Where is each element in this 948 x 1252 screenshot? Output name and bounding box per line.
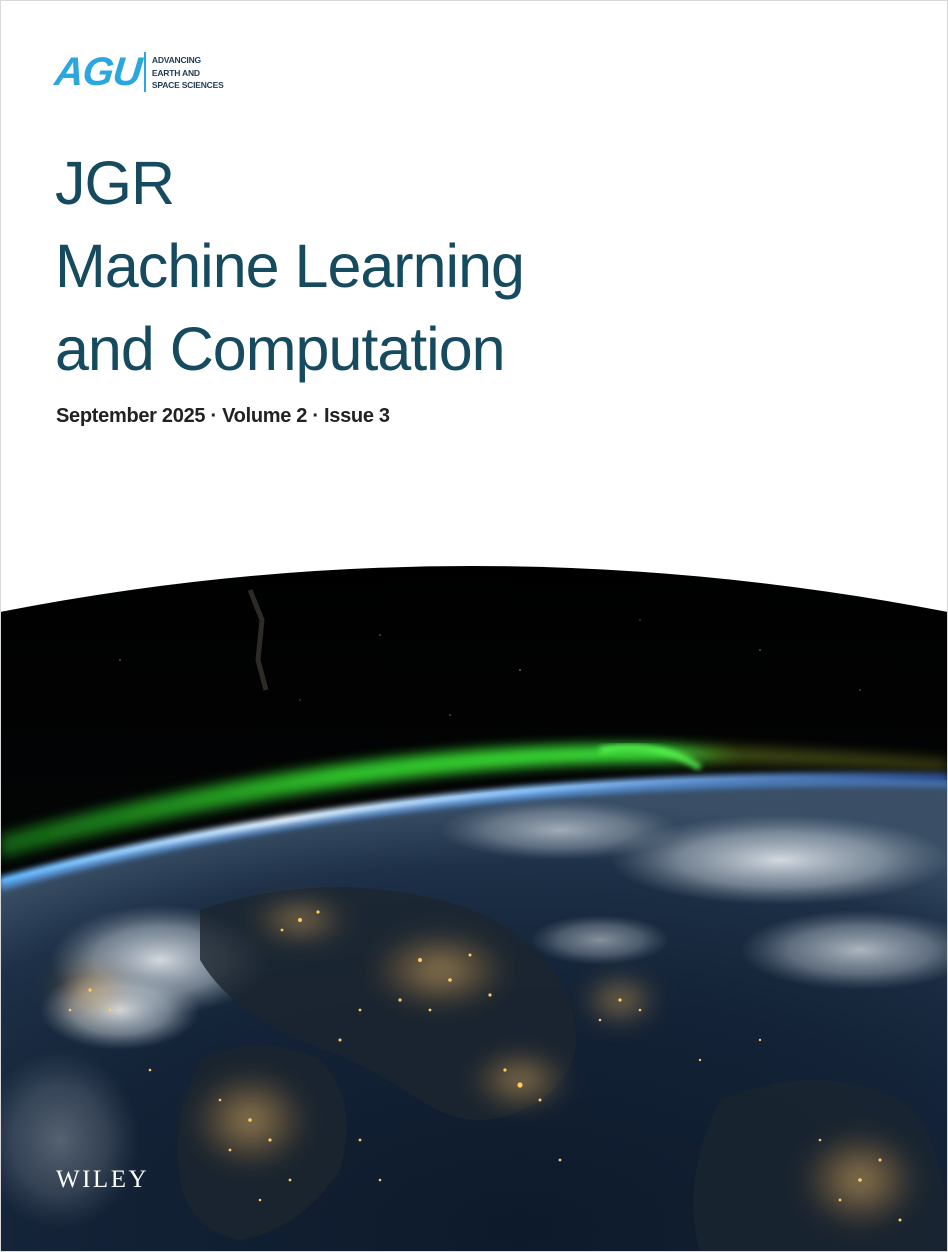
- earth-from-space-image: [0, 566, 948, 1252]
- agu-tagline-line: EARTH AND: [151, 67, 200, 78]
- agu-logo-tagline: ADVANCING EARTH AND SPACE SCIENCES: [152, 52, 224, 92]
- journal-title-line: Machine Learning: [55, 232, 525, 300]
- journal-title: JGR Machine Learning and Computation: [55, 142, 525, 391]
- agu-logo-mark: AGU: [52, 50, 144, 94]
- agu-logo-divider: [143, 52, 146, 92]
- journal-title-line: and Computation: [55, 315, 506, 383]
- agu-tagline-line: ADVANCING: [151, 55, 201, 65]
- agu-logo: AGU ADVANCING EARTH AND SPACE SCIENCES: [52, 50, 224, 96]
- journal-title-line: JGR: [55, 149, 175, 217]
- publisher-logo: WILEY: [56, 1166, 150, 1193]
- agu-tagline-line: SPACE SCIENCES: [151, 80, 224, 90]
- journal-cover: AGU ADVANCING EARTH AND SPACE SCIENCES J…: [0, 0, 948, 1252]
- issue-info: September 2025 · Volume 2 · Issue 3: [56, 405, 390, 427]
